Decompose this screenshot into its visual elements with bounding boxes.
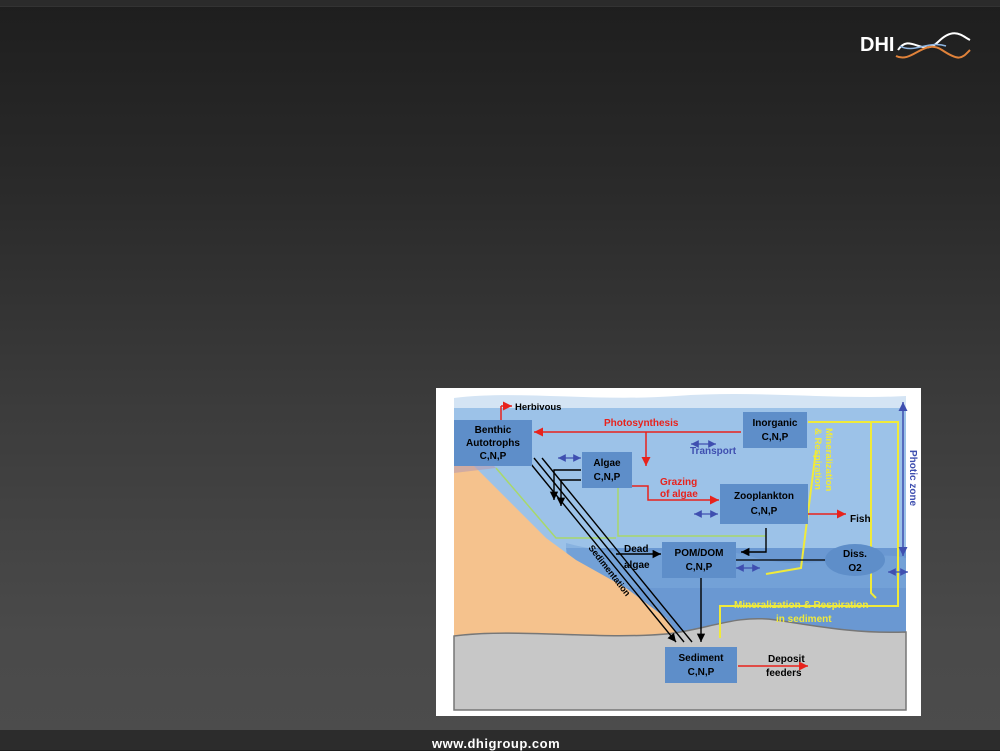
transport-label: Transport xyxy=(690,446,737,457)
slide-top-edge xyxy=(0,0,1000,7)
algae-line-1: Algae xyxy=(593,458,621,469)
algae-line-2: C,N,P xyxy=(594,472,621,483)
benthic-line-3: C,N,P xyxy=(480,451,507,462)
pom-dom-box: POM/DOM C,N,P xyxy=(662,542,736,578)
mineralization-water-label-1: Mineralization xyxy=(823,428,834,492)
deposit-feeders-label-2: feeders xyxy=(766,668,802,679)
dead-algae-label-1: Dead xyxy=(624,544,648,555)
algae-box: Algae C,N,P xyxy=(582,452,632,488)
fish-label: Fish xyxy=(850,514,871,525)
photic-zone-label: Photic zone xyxy=(907,450,918,507)
sediment-line-2: C,N,P xyxy=(688,667,715,678)
zooplankton-line-2: C,N,P xyxy=(751,506,778,517)
grazing-label-2: of algae xyxy=(660,489,698,500)
mineralization-sediment-label-1: Mineralization & Respiration xyxy=(734,600,868,611)
pom-line-1: POM/DOM xyxy=(675,548,724,559)
ecosystem-diagram: Photic zone Sedimentation Benthic Autotr… xyxy=(436,388,921,716)
benthic-autotrophs-box: Benthic Autotrophs C,N,P xyxy=(454,420,532,466)
mineralization-sediment-label-2: in sediment xyxy=(776,614,832,625)
photosynthesis-label: Photosynthesis xyxy=(604,418,679,429)
grazing-label-1: Grazing xyxy=(660,477,697,488)
sediment-line-1: Sediment xyxy=(678,653,724,664)
inorganic-box: Inorganic C,N,P xyxy=(743,412,807,448)
pom-line-2: C,N,P xyxy=(686,562,713,573)
dead-algae-label-2: algae xyxy=(624,560,650,571)
zooplankton-box: Zooplankton C,N,P xyxy=(720,484,808,524)
logo-text: DHI xyxy=(860,34,894,56)
diss-o2-box: Diss. O2 xyxy=(825,544,885,576)
zooplankton-line-1: Zooplankton xyxy=(734,491,794,502)
sediment-box: Sediment C,N,P xyxy=(665,647,737,683)
footer-url: www.dhigroup.com xyxy=(432,736,561,751)
mineralization-water-label-2: & Respiration xyxy=(812,428,823,490)
deposit-feeders-label-1: Deposit xyxy=(768,654,805,665)
inorganic-line-2: C,N,P xyxy=(762,432,789,443)
dhi-logo: DHI xyxy=(858,28,973,68)
diss-line-1: Diss. xyxy=(843,549,867,560)
benthic-line-1: Benthic xyxy=(475,425,512,436)
diss-line-2: O2 xyxy=(848,563,862,574)
benthic-line-2: Autotrophs xyxy=(466,438,520,449)
inorganic-line-1: Inorganic xyxy=(752,418,797,429)
herbivous-label: Herbivous xyxy=(515,402,561,413)
